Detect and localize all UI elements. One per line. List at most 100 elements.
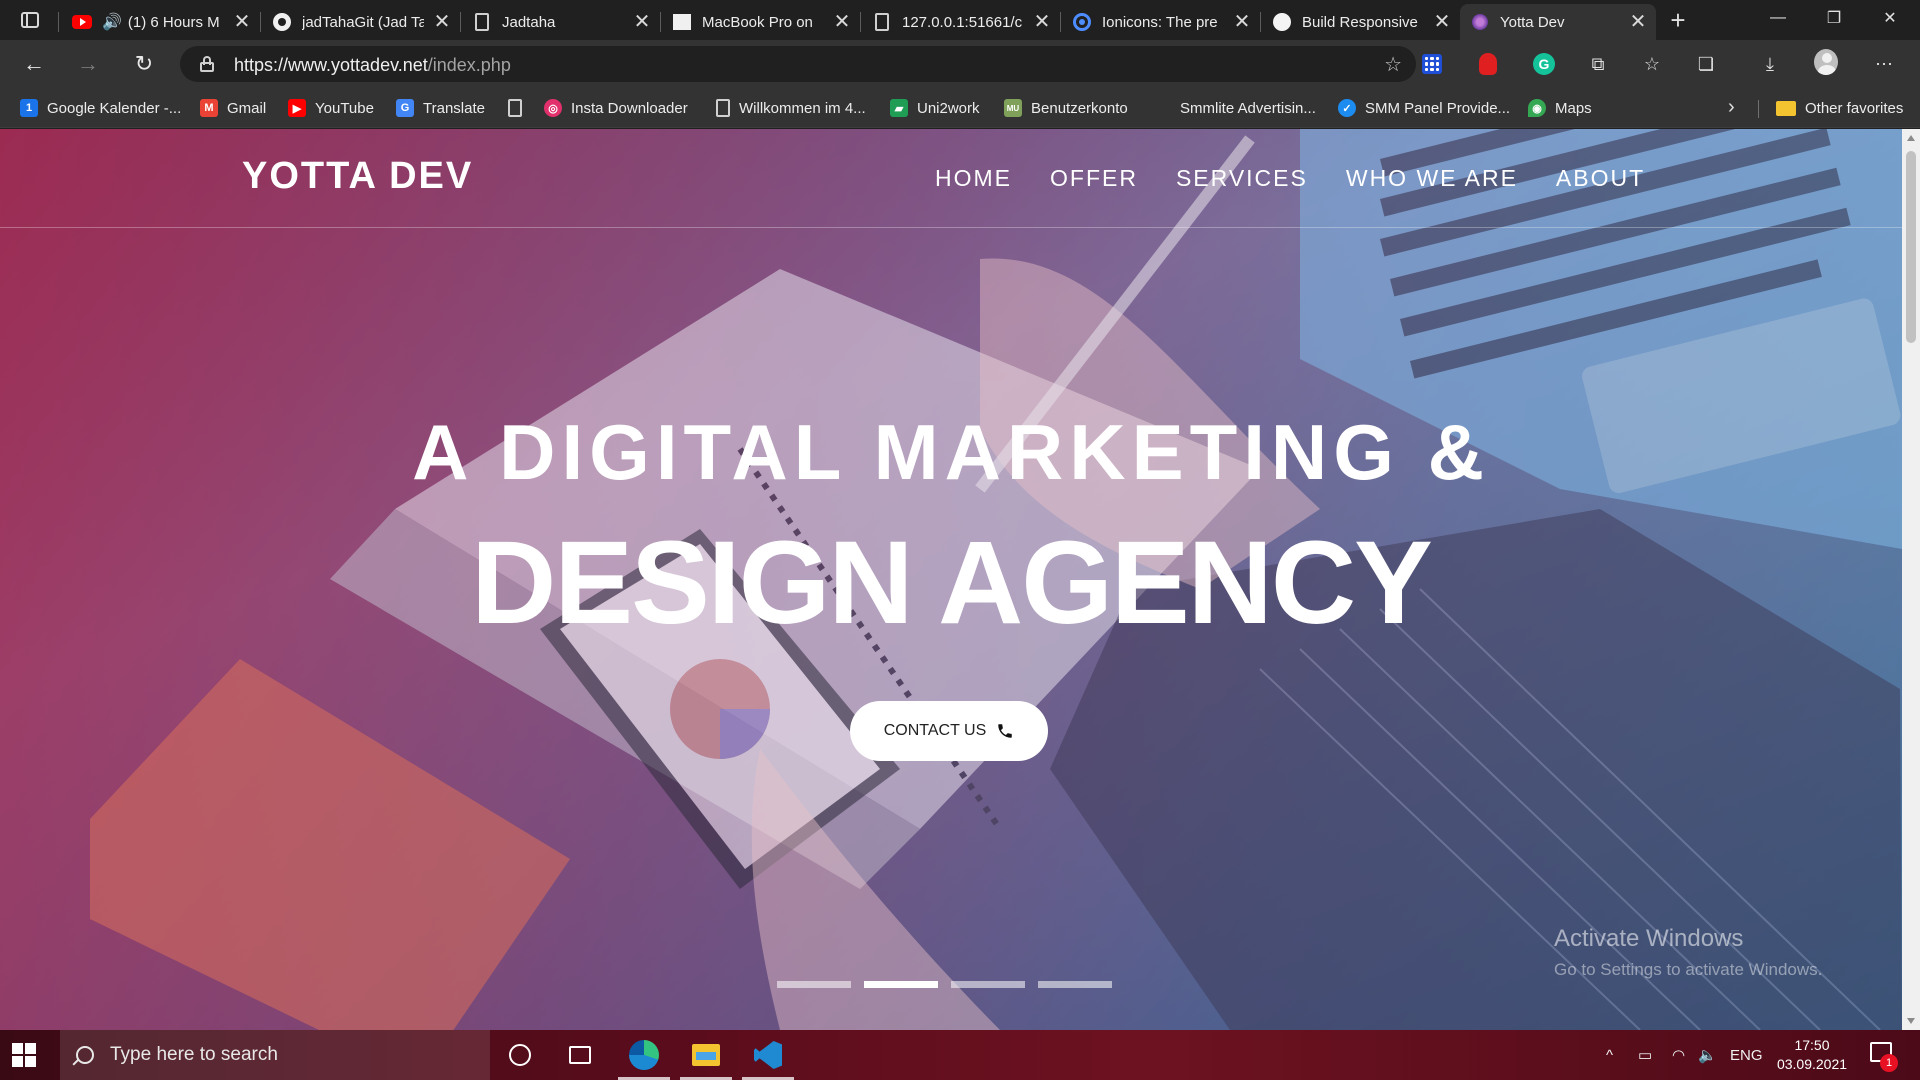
bookmark-gmail[interactable]: M Gmail [200,96,266,120]
tab-separator [1260,12,1261,32]
tab-ionicons[interactable]: Ionicons: The pre ✕ [1062,4,1260,40]
tab-yotta-dev[interactable]: Yotta Dev ✕ [1460,4,1656,40]
close-icon[interactable]: ✕ [432,12,452,32]
scroll-up-arrow-icon[interactable] [1907,135,1915,141]
bookmark-label: Google Kalender -... [47,99,182,117]
tab-actions-icon [21,12,39,28]
page-scrollbar[interactable] [1902,129,1920,1030]
url-path: /index.php [427,55,511,75]
scroll-thumb[interactable] [1906,151,1916,343]
battery-icon[interactable]: ▭ [1638,1030,1652,1080]
restore-button[interactable]: ❐ [1806,0,1862,36]
bookmark-smm-panel[interactable]: ✓ SMM Panel Provide... [1338,96,1510,120]
nav-offer[interactable]: OFFER [1050,165,1138,192]
windows-start-icon[interactable] [12,1043,36,1067]
slider-dot-3[interactable] [951,981,1025,988]
bookmark-benutzerkonto[interactable]: MU Benutzerkonto [1004,96,1128,120]
hero-heading-line2: DESIGN AGENCY [471,517,1433,649]
new-tab-button[interactable]: + [1662,6,1694,34]
close-icon[interactable]: ✕ [1628,12,1648,32]
volume-icon[interactable]: 🔈 [1698,1030,1717,1080]
close-icon[interactable]: ✕ [832,12,852,32]
site-logo[interactable]: YOTTA DEV [242,155,473,198]
more-menu-icon[interactable]: ⋯ [1872,52,1896,76]
close-icon[interactable]: ✕ [1232,12,1252,32]
slider-dot-4[interactable] [1038,981,1112,988]
tab-separator [58,12,59,32]
phone-icon [998,724,1013,738]
nav-who-we-are[interactable]: WHO WE ARE [1346,165,1518,192]
tab-github[interactable]: jadTahaGit (Jad Ta ✕ [262,4,460,40]
add-favorite-icon[interactable]: ☆ [1384,52,1402,77]
nav-about[interactable]: ABOUT [1556,165,1645,192]
bookmark-translate[interactable]: G Translate [396,96,485,120]
profile-avatar[interactable] [1814,49,1838,75]
close-icon[interactable]: ✕ [632,12,652,32]
other-favorites-folder[interactable]: Other favorites [1776,96,1903,120]
tab-build-responsive[interactable]: Build Responsive ✕ [1262,4,1460,40]
edge-icon [629,1040,659,1070]
tab-actions-button[interactable] [10,8,50,32]
cortana-button[interactable] [490,1030,550,1080]
bookmark-label: SMM Panel Provide... [1365,99,1511,117]
tab-separator [860,12,861,32]
close-icon[interactable]: ✕ [1032,12,1052,32]
system-clock[interactable]: 17:50 03.09.2021 [1760,1036,1864,1074]
favorites-icon[interactable]: ☆ [1640,52,1664,76]
document-icon [472,12,492,32]
slider-indicators [777,981,1112,988]
task-view-button[interactable] [550,1030,610,1080]
back-button[interactable]: ← [18,50,50,78]
forward-button[interactable]: → [72,50,104,78]
bookmarks-overflow-chevron-icon[interactable]: › [1728,96,1735,119]
tray-chevron-icon[interactable]: ^ [1606,1030,1613,1080]
tab-youtube[interactable]: 🔊 (1) 6 Hours M ✕ [62,4,260,40]
url-text[interactable]: https://www.yottadev.net/index.php [234,55,511,76]
bookmark-label: Maps [1555,99,1592,117]
bookmark-willkommen[interactable]: Willkommen im 4... [716,96,866,120]
bookmark-document[interactable] [508,96,531,120]
extensions-puzzle-icon[interactable]: ⧉ [1586,52,1610,76]
address-bar[interactable]: https://www.yottadev.net/index.php ☆ [180,46,1416,82]
language-indicator[interactable]: ENG [1730,1030,1763,1080]
document-icon [872,12,892,32]
bookmark-smmlite[interactable]: Smmlite Advertisin... [1180,96,1316,120]
site-icon [1272,12,1292,32]
taskbar-search-box[interactable]: Type here to search [60,1030,490,1080]
scroll-down-arrow-icon[interactable] [1907,1018,1915,1024]
search-placeholder: Type here to search [110,1044,278,1065]
speaker-icon[interactable]: 🔊 [102,12,122,32]
wifi-icon[interactable]: ◠ [1672,1030,1685,1080]
collections-icon[interactable]: ❏ [1694,52,1718,76]
nav-services[interactable]: SERVICES [1176,165,1308,192]
bookmark-maps[interactable]: ◉ Maps [1528,96,1592,120]
tab-localhost[interactable]: 127.0.0.1:51661/c ✕ [862,4,1060,40]
taskbar-edge[interactable] [614,1030,674,1080]
refresh-button[interactable]: ↻ [128,50,160,78]
tab-jadtaha[interactable]: Jadtaha ✕ [462,4,660,40]
extension-grid-icon[interactable] [1420,52,1444,76]
taskbar-file-explorer[interactable] [676,1030,736,1080]
bookmark-youtube[interactable]: ▶ YouTube [288,96,374,120]
lock-icon[interactable] [200,56,214,72]
bookmarks-separator [1758,100,1759,118]
slider-dot-1[interactable] [777,981,851,988]
tab-macbook[interactable]: MacBook Pro on ✕ [662,4,860,40]
bookmark-google-calendar[interactable]: 1 Google Kalender -... [20,96,181,120]
bookmark-insta-downloader[interactable]: ◎ Insta Downloader [544,96,688,120]
slider-dot-2[interactable] [864,981,938,988]
taskbar-vscode[interactable] [738,1030,798,1080]
contact-us-button[interactable]: CONTACT US [850,701,1048,761]
bookmark-uni2work[interactable]: ▰ Uni2work [890,96,980,120]
downloads-icon[interactable]: ⤓ [1758,52,1782,76]
youtube-icon [72,12,92,32]
bookmark-label: Other favorites [1805,99,1904,117]
minimize-button[interactable]: — [1750,0,1806,36]
close-icon[interactable]: ✕ [1432,12,1452,32]
nav-home[interactable]: HOME [935,165,1012,192]
extension-adblock-icon[interactable] [1476,52,1500,76]
close-icon[interactable]: ✕ [232,12,252,32]
close-window-button[interactable]: ✕ [1862,0,1918,36]
bookmark-label: YouTube [315,99,374,117]
extension-grammarly-icon[interactable]: G [1532,52,1556,76]
